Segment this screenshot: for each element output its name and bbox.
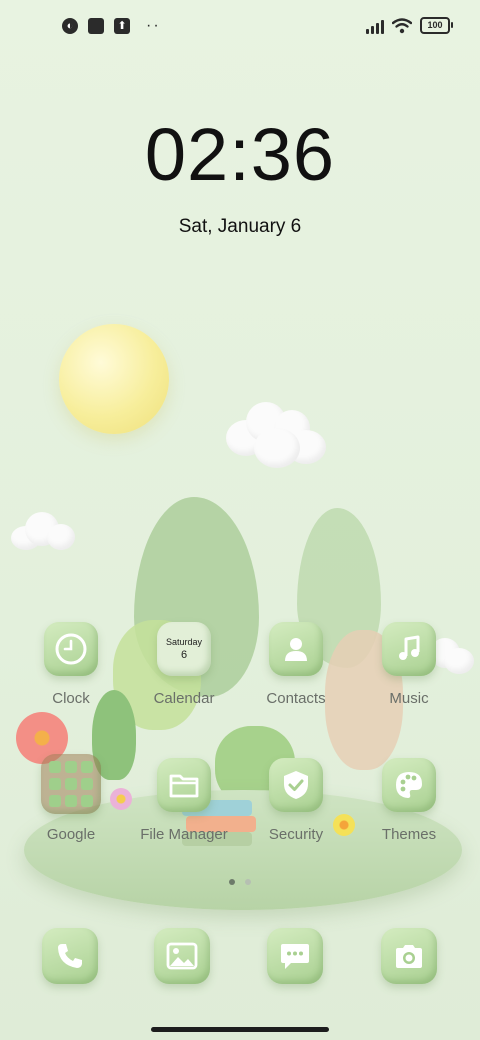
page-dot (245, 879, 251, 885)
dock-phone[interactable] (15, 928, 125, 984)
app-label: Contacts (266, 690, 326, 707)
app-label: Calendar (153, 690, 215, 707)
gallery-icon (154, 928, 210, 984)
square-notification-icon (88, 18, 104, 34)
status-left-icons: ◐ ⬆ ·· (62, 18, 161, 34)
app-contacts[interactable]: Contacts (241, 622, 351, 707)
app-security[interactable]: Security (241, 758, 351, 843)
calendar-widget-date: 6 (180, 648, 188, 661)
cloud-decoration (226, 398, 326, 468)
sun-decoration (59, 324, 169, 434)
calendar-icon: Saturday 6 (157, 622, 211, 676)
dock-gallery[interactable] (127, 928, 237, 984)
folder-icon (157, 758, 211, 812)
app-themes[interactable]: Themes (354, 758, 464, 843)
app-file-manager[interactable]: File Manager (129, 758, 239, 843)
app-label: Themes (381, 826, 437, 843)
app-google-folder[interactable]: Google (16, 754, 126, 843)
camera-icon (381, 928, 437, 984)
signal-icon (366, 18, 384, 34)
more-dots-icon: ·· (146, 17, 161, 34)
app-label: File Manager (140, 826, 228, 843)
wifi-icon (392, 17, 412, 33)
lockscreen-time[interactable]: 02:36 (0, 112, 480, 197)
lockscreen-date[interactable]: Sat, January 6 (0, 216, 480, 238)
battery-level: 100 (427, 20, 443, 30)
messages-icon (267, 928, 323, 984)
app-label: Security (268, 826, 324, 843)
app-label: Clock (52, 690, 90, 707)
clock-icon (44, 622, 98, 676)
upload-icon: ⬆ (114, 18, 130, 34)
battery-icon: 100 (420, 17, 453, 34)
shield-icon (269, 758, 323, 812)
status-bar: ◐ ⬆ ·· 100 (0, 0, 480, 56)
calendar-widget-day: Saturday (165, 636, 203, 647)
cloud-decoration (11, 512, 75, 552)
dock-camera[interactable] (354, 928, 464, 984)
page-indicator[interactable] (0, 879, 480, 885)
home-indicator-bar[interactable] (151, 1027, 329, 1032)
app-calendar[interactable]: Saturday 6 Calendar (129, 622, 239, 707)
app-clock[interactable]: Clock (16, 622, 126, 707)
dock-messages[interactable] (240, 928, 350, 984)
contacts-icon (269, 622, 323, 676)
app-music[interactable]: Music (354, 622, 464, 707)
music-icon (382, 622, 436, 676)
app-label: Music (389, 690, 429, 707)
status-right-icons: 100 (366, 17, 453, 34)
phone-icon (42, 928, 98, 984)
app-label: Google (46, 826, 96, 843)
page-dot-active (229, 879, 235, 885)
palette-icon (382, 758, 436, 812)
google-folder-icon (41, 754, 101, 814)
camera-app-icon: ◐ (62, 18, 78, 34)
